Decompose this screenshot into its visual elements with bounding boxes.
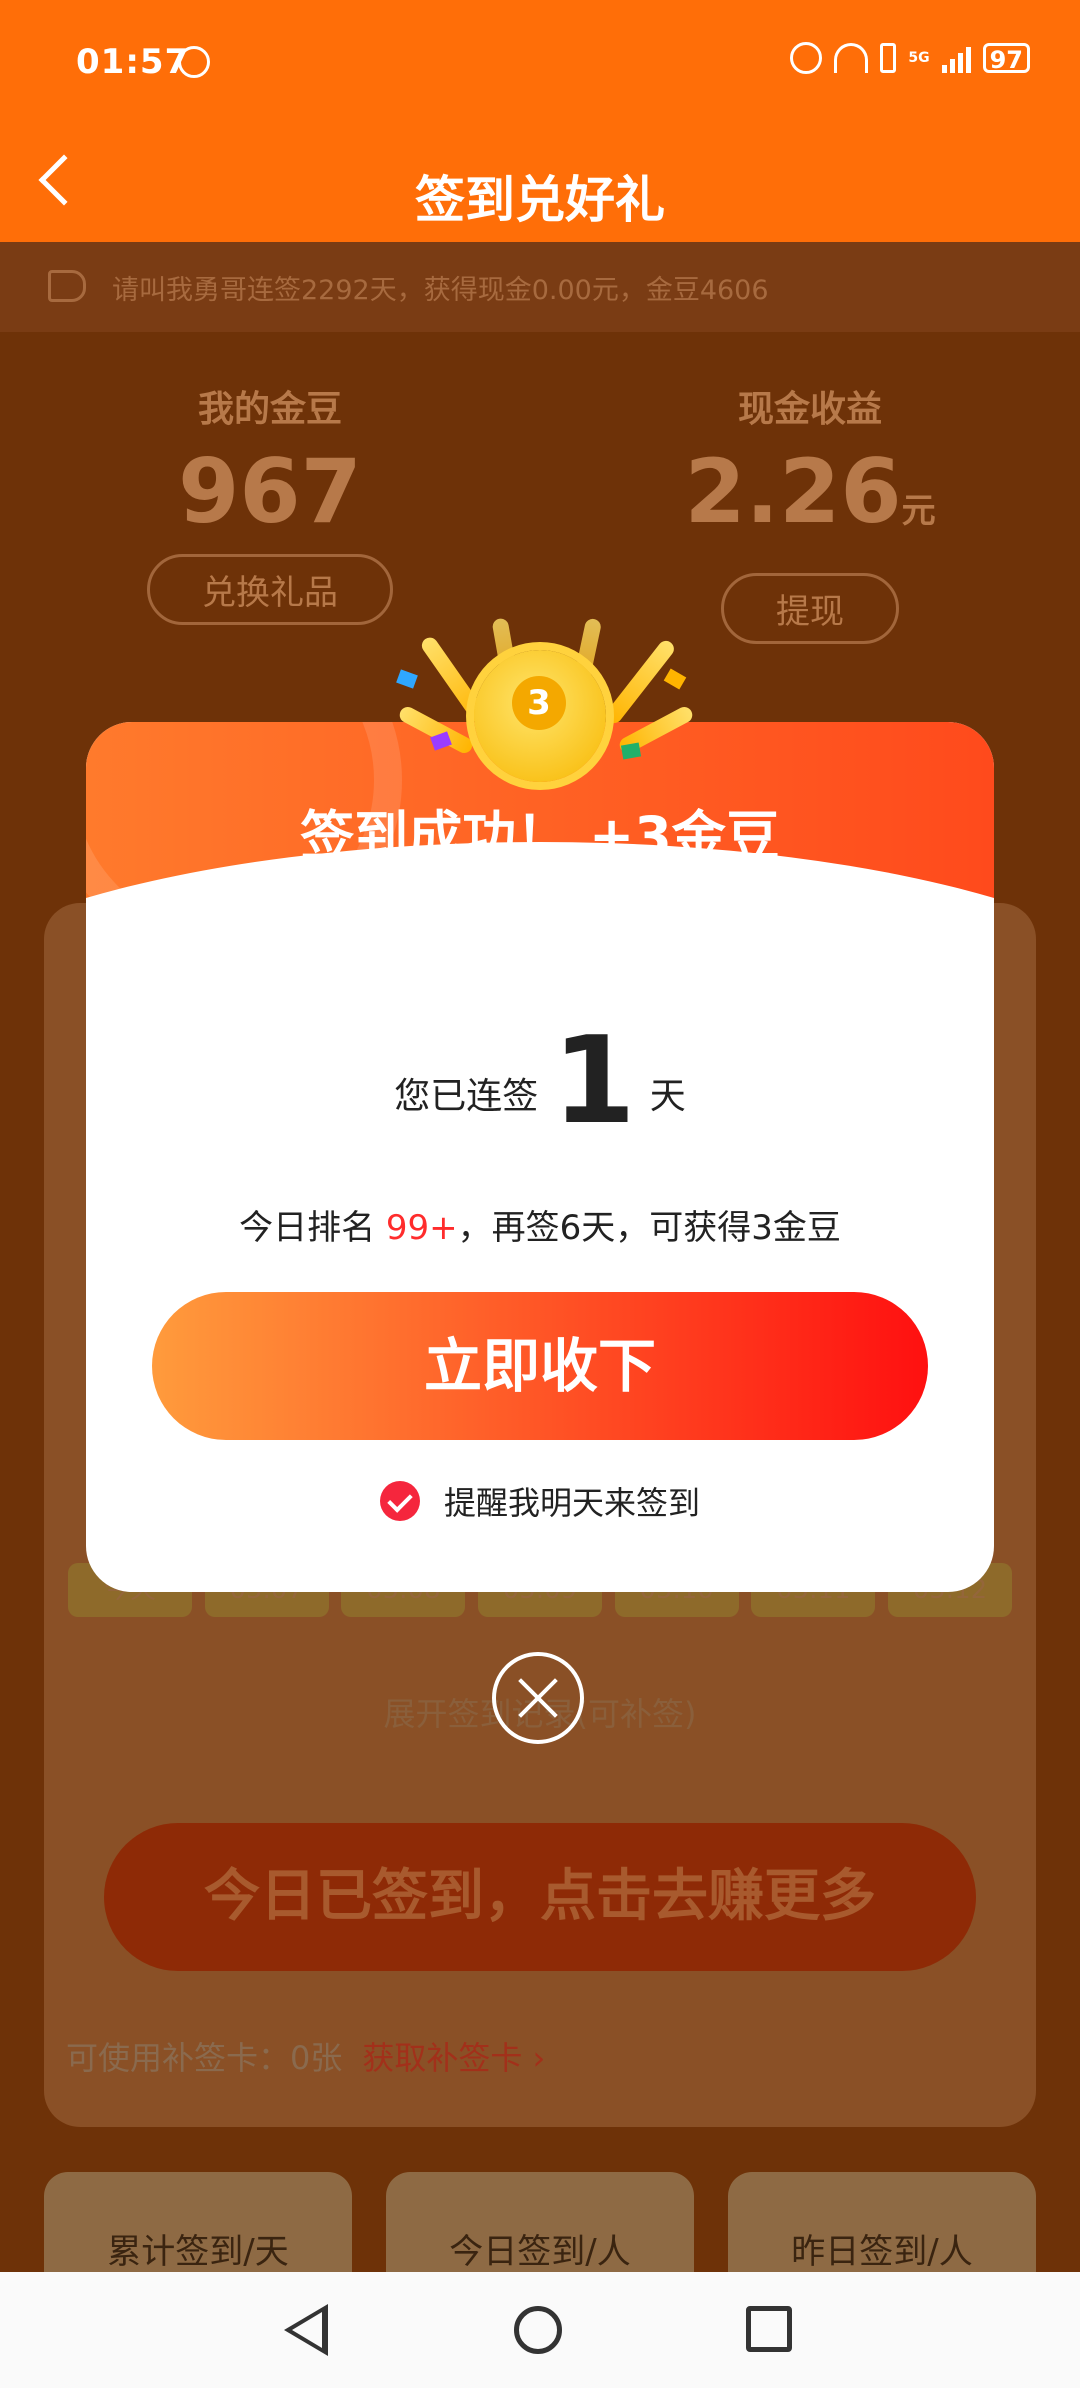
streak-prefix: 您已连签 xyxy=(394,1076,539,1117)
alarm-icon xyxy=(790,42,823,74)
redeem-gift-button[interactable]: 兑换礼品 xyxy=(147,554,393,625)
network-type: 5G xyxy=(908,50,930,66)
notice-text: 请叫我勇哥连签2292天，获得现金0.00元，金豆4606 xyxy=(112,275,769,306)
checkbox-checked-icon[interactable] xyxy=(379,1481,420,1521)
get-makeup-card-link[interactable]: 获取补签卡 › xyxy=(362,2039,545,2077)
streak-days: 1 xyxy=(552,1012,636,1151)
nav-recents-icon[interactable] xyxy=(746,2306,792,2352)
app-header: 签到兑好礼 xyxy=(0,130,1080,242)
coin-icon: 3 xyxy=(474,650,606,782)
status-bar: 01:57 5G 97 xyxy=(0,0,1080,130)
rank-text: 今日排名 99+，再签6天，可获得3金豆 xyxy=(86,1200,994,1249)
makeup-card-row: 可使用补签卡：0张 获取补签卡 › xyxy=(66,2033,545,2079)
close-dialog-button[interactable] xyxy=(492,1652,584,1744)
cash-value: 2.26 xyxy=(684,440,902,543)
cash-unit: 元 xyxy=(901,491,936,531)
system-nav-bar xyxy=(0,2272,1080,2388)
notice-bar: 请叫我勇哥连签2292天，获得现金0.00元，金豆4606 xyxy=(0,242,1080,332)
rank-prefix: 今日排名 xyxy=(239,1208,376,1248)
rank-suffix: ，再签6天，可获得3金豆 xyxy=(457,1208,841,1248)
withdraw-button[interactable]: 提现 xyxy=(721,573,899,644)
rank-value: 99+ xyxy=(385,1208,458,1248)
battery-level: 97 xyxy=(982,43,1030,74)
remind-toggle[interactable]: 提醒我明天来签到 xyxy=(86,1478,994,1524)
streak-suffix: 天 xyxy=(649,1076,686,1117)
cash-stat: 现金收益 2.26元 提现 xyxy=(610,380,1010,644)
beans-stat: 我的金豆 967 兑换礼品 xyxy=(70,380,470,625)
beans-label: 我的金豆 xyxy=(197,389,342,430)
hand-icon xyxy=(178,46,210,78)
remind-label: 提醒我明天来签到 xyxy=(443,1484,700,1522)
status-time: 01:57 xyxy=(76,42,190,82)
yesterday-signin-tile: 昨日签到/人 xyxy=(728,2172,1036,2282)
cash-label: 现金收益 xyxy=(737,389,882,430)
today-signin-tile: 今日签到/人 xyxy=(386,2172,694,2282)
total-signin-tile: 累计签到/天 xyxy=(44,2172,352,2282)
nav-home-icon[interactable] xyxy=(514,2306,562,2354)
makeup-card-label: 可使用补签卡：0张 xyxy=(66,2039,343,2077)
dialog-title: 签到成功！ +3金豆 xyxy=(300,805,780,868)
signal-icon xyxy=(941,43,971,73)
signin-success-dialog: 签到成功！ +3金豆 连续签到可获得抽奖机会哦~ 您已连签 1 天 今日排名 99+… xyxy=(86,722,994,1592)
streak-text: 您已连签 1 天 xyxy=(86,1012,994,1151)
status-icons: 5G 97 xyxy=(790,42,1030,74)
accept-button[interactable]: 立即收下 xyxy=(152,1292,928,1440)
dialog-subtitle: 连续签到可获得抽奖机会哦~ xyxy=(347,888,733,923)
cash-value-row: 2.26元 xyxy=(610,444,1010,559)
battery-saver-icon xyxy=(880,43,897,73)
headset-icon xyxy=(834,43,869,73)
megaphone-icon xyxy=(48,270,86,302)
earn-more-button[interactable]: 今日已签到，点击去赚更多 xyxy=(104,1823,976,1971)
page-title: 签到兑好礼 xyxy=(415,171,665,229)
nav-back-icon[interactable] xyxy=(284,2304,328,2356)
beans-value: 967 xyxy=(178,440,362,543)
coin-label: 3 xyxy=(512,676,566,730)
stats-tiles: 累计签到/天 今日签到/人 昨日签到/人 xyxy=(44,2172,1036,2282)
